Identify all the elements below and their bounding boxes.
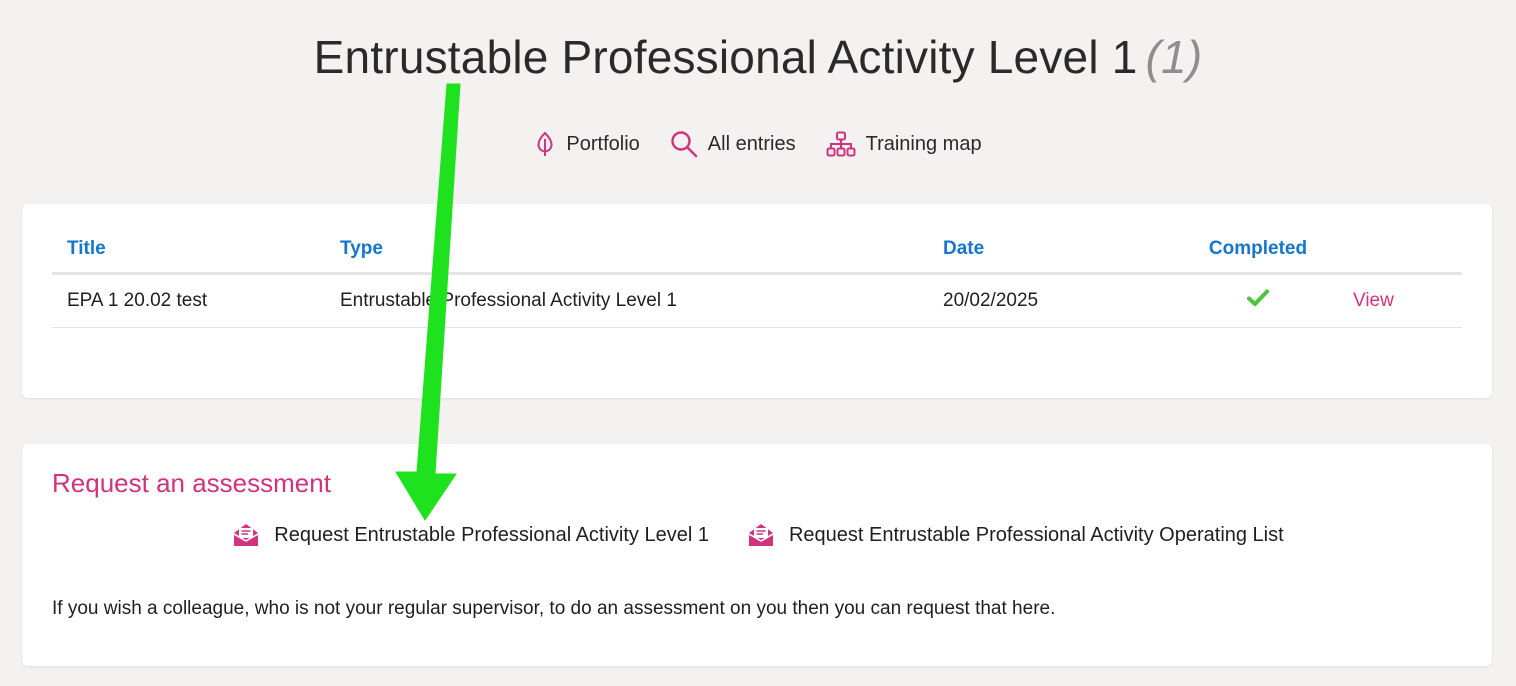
- top-nav: Portfolio All entries Training map: [0, 130, 1516, 158]
- leaf-icon: [537, 131, 553, 156]
- nav-portfolio[interactable]: Portfolio: [524, 131, 649, 157]
- nav-all-entries-label: All entries: [707, 132, 796, 155]
- request-epa-operating-list-link[interactable]: Request Entrustable Professional Activit…: [747, 522, 1284, 548]
- column-header-title[interactable]: Title: [52, 230, 325, 275]
- column-header-type[interactable]: Type: [325, 230, 928, 275]
- nav-all-entries[interactable]: All entries: [660, 130, 806, 158]
- checkmark-icon: [1247, 289, 1269, 306]
- view-entry-link[interactable]: View: [1353, 290, 1394, 311]
- entries-table: Title Type Date Completed EPA 1 20.02 te…: [52, 230, 1462, 328]
- sitemap-icon: [826, 131, 856, 157]
- envelope-open-icon: [748, 524, 774, 546]
- request-links: Request Entrustable Professional Activit…: [0, 522, 1516, 548]
- request-epa-operating-list-label: Request Entrustable Professional Activit…: [788, 523, 1284, 546]
- entry-count: (1): [1145, 31, 1203, 83]
- entry-title: EPA 1 20.02 test: [52, 273, 325, 328]
- entry-completed: [1178, 273, 1338, 328]
- entry-view-cell: View: [1338, 273, 1462, 328]
- search-icon: [671, 131, 698, 158]
- request-assessment-heading: Request an assessment: [52, 468, 331, 498]
- column-header-action: [1338, 230, 1462, 275]
- request-epa-level-1-label: Request Entrustable Professional Activit…: [274, 523, 709, 546]
- table-row: EPA 1 20.02 test Entrustable Professiona…: [52, 273, 1462, 328]
- page-title: Entrustable Professional Activity Level …: [0, 30, 1516, 84]
- nav-training-map[interactable]: Training map: [816, 131, 992, 157]
- entry-type: Entrustable Professional Activity Level …: [325, 273, 928, 328]
- envelope-open-icon: [233, 524, 259, 546]
- entry-date: 20/02/2025: [928, 273, 1178, 328]
- column-header-date[interactable]: Date: [928, 230, 1178, 275]
- page-title-text: Entrustable Professional Activity Level …: [313, 31, 1138, 83]
- column-header-completed[interactable]: Completed: [1178, 230, 1338, 275]
- nav-training-map-label: Training map: [865, 132, 982, 155]
- request-epa-level-1-link[interactable]: Request Entrustable Professional Activit…: [232, 522, 709, 548]
- table-header-row: Title Type Date Completed: [52, 230, 1462, 275]
- request-note: If you wish a colleague, who is not your…: [52, 598, 1056, 619]
- nav-portfolio-label: Portfolio: [566, 132, 640, 155]
